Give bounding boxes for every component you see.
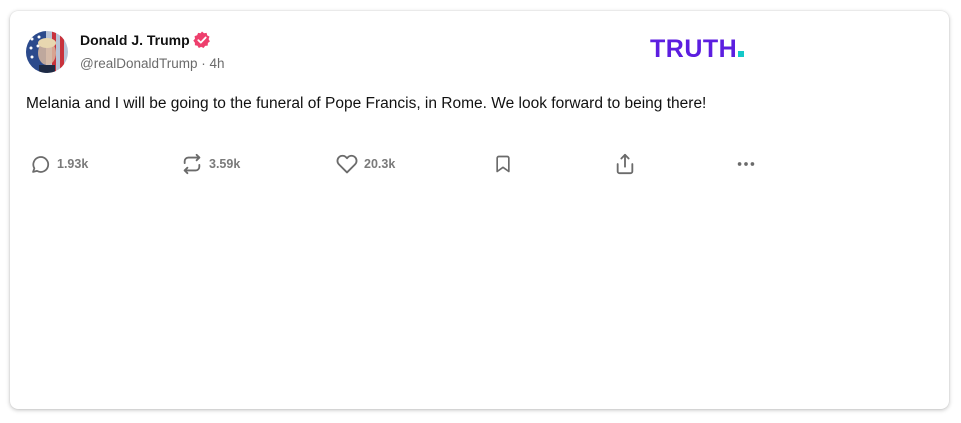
bookmark-button[interactable] [493,152,513,176]
like-button[interactable]: 20.3k [336,152,395,176]
like-count: 20.3k [364,157,396,171]
separator: · [201,56,206,71]
logo-text: TRUTH [650,35,738,63]
share-icon [614,153,636,175]
reply-count: 1.93k [57,157,89,171]
bookmark-icon [493,153,513,175]
retruth-icon [181,153,203,175]
verified-badge-icon [193,31,211,49]
truth-logo[interactable]: TRUTH [650,35,745,63]
author-name[interactable]: Donald J. Trump [80,32,190,48]
retruth-count: 3.59k [209,157,241,171]
post-card[interactable]: Donald J. Trump @realDonaldTrump · 4h TR… [10,11,949,409]
like-icon [336,153,358,175]
logo-dot [738,51,745,57]
share-button[interactable] [614,152,636,176]
post-timestamp[interactable]: 4h [210,56,225,71]
reply-icon [30,154,51,175]
more-icon [735,153,757,175]
author-handle[interactable]: @realDonaldTrump [80,56,198,71]
avatar[interactable] [26,31,68,73]
reply-button[interactable]: 1.93k [30,152,88,176]
more-options-button[interactable] [735,152,757,176]
post-text: Melania and I will be going to the funer… [26,95,707,112]
retruth-button[interactable]: 3.59k [181,152,240,176]
handle-line: @realDonaldTrump · 4h [80,56,225,71]
